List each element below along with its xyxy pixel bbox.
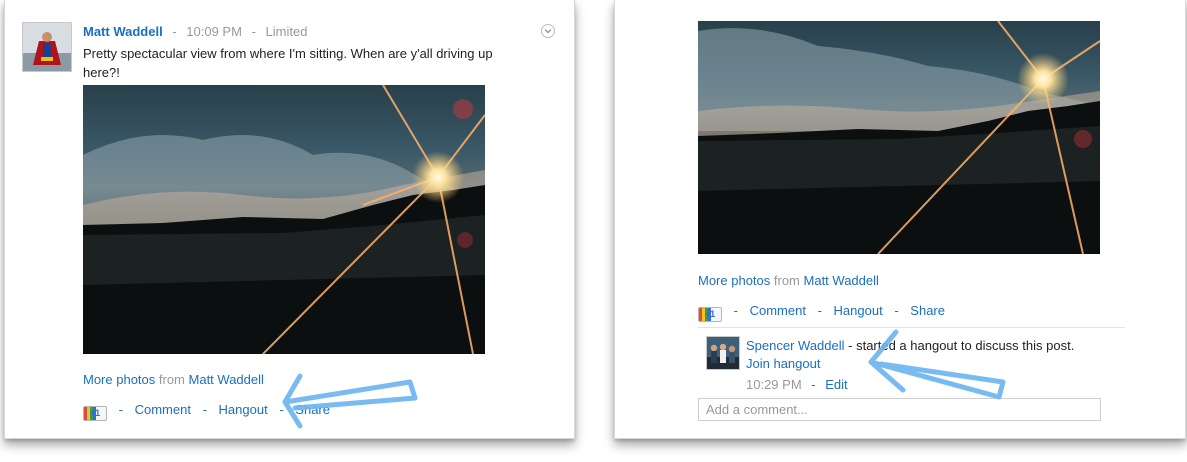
group-photo-avatar-icon — [707, 337, 739, 369]
header-separator: - — [172, 24, 177, 39]
hand-drawn-arrow-icon — [282, 373, 418, 429]
sunset-lake-photo — [83, 85, 485, 354]
meta-separator: - — [811, 377, 816, 392]
visibility-label[interactable]: Limited — [266, 24, 308, 39]
comment-link[interactable]: Comment — [750, 303, 806, 318]
post-card-left: Matt Waddell - 10:09 PM - Limited Pretty… — [4, 0, 575, 439]
sunset-lake-photo — [698, 21, 1100, 254]
post-actions: +1 - Comment - Hangout - Share — [698, 303, 945, 322]
share-link[interactable]: Share — [910, 303, 945, 318]
post-body-text: Pretty spectacular view from where I'm s… — [83, 46, 493, 80]
author-avatar[interactable] — [22, 22, 72, 72]
chevron-down-icon — [544, 29, 552, 34]
post-card-right: More photos from Matt Waddell +1 - Comme… — [614, 0, 1186, 439]
post-menu-button[interactable] — [541, 24, 555, 38]
action-separator: - — [894, 303, 899, 318]
action-separator: - — [202, 402, 207, 417]
post-header: Matt Waddell - 10:09 PM - Limited — [83, 24, 307, 39]
hangout-user-link[interactable]: Spencer Waddell — [746, 338, 845, 353]
from-label: from — [158, 372, 185, 387]
photo-author-link[interactable]: Matt Waddell — [189, 372, 264, 387]
more-photos-line: More photos from Matt Waddell — [698, 273, 879, 288]
plus-one-button[interactable]: +1 — [83, 406, 107, 421]
superhero-avatar-icon — [23, 23, 71, 71]
post-photo[interactable] — [83, 85, 485, 354]
post-photo[interactable] — [698, 21, 1100, 254]
hand-drawn-arrow-icon — [868, 329, 1006, 400]
post-timestamp[interactable]: 10:09 PM — [186, 24, 242, 39]
header-separator: - — [251, 24, 256, 39]
action-separator: - — [118, 402, 123, 417]
more-photos-link[interactable]: More photos — [83, 372, 155, 387]
author-name-link[interactable]: Matt Waddell — [83, 24, 163, 39]
more-photos-line: More photos from Matt Waddell — [83, 372, 264, 387]
hangout-user-avatar[interactable] — [706, 336, 740, 370]
from-label: from — [773, 273, 800, 288]
plus-one-button[interactable]: +1 — [698, 307, 722, 322]
comment-timestamp: 10:29 PM — [746, 377, 802, 392]
action-separator: - — [733, 303, 738, 318]
comment-link[interactable]: Comment — [135, 402, 191, 417]
join-hangout-link[interactable]: Join hangout — [746, 356, 820, 371]
photo-author-link[interactable]: Matt Waddell — [804, 273, 879, 288]
edit-link[interactable]: Edit — [825, 377, 847, 392]
action-separator: - — [817, 303, 822, 318]
more-photos-link[interactable]: More photos — [698, 273, 770, 288]
hangout-link[interactable]: Hangout — [834, 303, 883, 318]
